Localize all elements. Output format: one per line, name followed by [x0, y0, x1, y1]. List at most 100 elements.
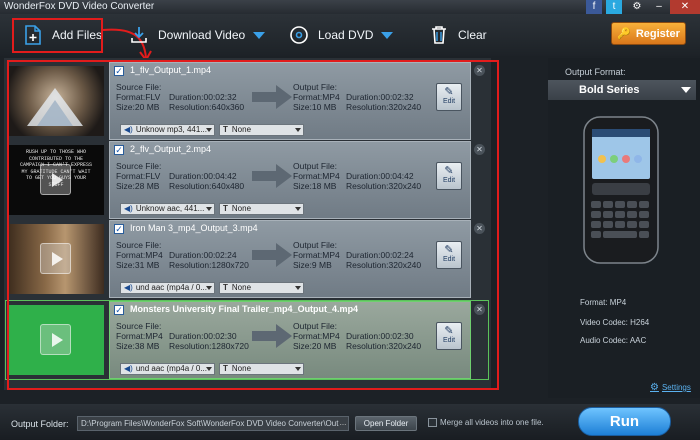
chevron-down-icon[interactable] — [381, 31, 394, 39]
settings-label: Settings — [661, 383, 691, 392]
source-format: Format:FLV — [116, 92, 161, 102]
list-item[interactable]: ✓ Iron Man 3_mp4_Output_3.mp4 Source Fil… — [6, 220, 488, 298]
subtitle-icon: T — [223, 204, 228, 213]
output-duration: Duration:00:04:42 — [346, 171, 414, 181]
subtitle-icon: T — [223, 125, 228, 134]
audio-track-select[interactable]: ◀) Unknow mp3, 441... — [120, 124, 215, 136]
file-name: Iron Man 3_mp4_Output_3.mp4 — [130, 223, 258, 233]
pencil-icon: ✎ — [444, 244, 454, 256]
edit-button[interactable]: ✎ Edit — [436, 322, 462, 350]
settings-window-icon[interactable]: ⚙ — [626, 0, 648, 14]
subtitle-select[interactable]: T None — [219, 363, 304, 375]
output-format-label: Output Format: — [565, 67, 626, 77]
output-format-select[interactable]: Bold Series — [548, 80, 696, 100]
subtitle-select[interactable]: T None — [219, 124, 304, 136]
open-folder-button[interactable]: Open Folder — [355, 416, 417, 431]
remove-icon[interactable]: ✕ — [474, 304, 485, 315]
twitter-icon[interactable]: t — [606, 0, 622, 14]
source-duration: Duration:00:04:42 — [169, 171, 237, 181]
video-thumbnail[interactable] — [7, 66, 104, 136]
file-card[interactable]: ✓ 1_flv_Output_1.mp4 Source File: Format… — [109, 62, 471, 140]
output-resolution: Resolution:320x240 — [346, 341, 422, 351]
browse-button[interactable]: ... — [337, 417, 349, 430]
edit-button[interactable]: ✎ Edit — [436, 83, 462, 111]
window-title: WonderFox DVD Video Converter — [4, 1, 155, 12]
edit-label: Edit — [442, 256, 456, 263]
output-resolution: Resolution:320x240 — [346, 260, 422, 270]
convert-arrow-icon — [252, 324, 292, 348]
source-file-label: Source File: — [116, 321, 162, 331]
list-item[interactable]: RUSH UP TO THOSE WHO CONTRIBUTED TO THE … — [6, 141, 488, 219]
dvd-icon — [288, 24, 310, 46]
file-card[interactable]: ✓ 2_flv_Output_2.mp4 Source File: Format… — [109, 141, 471, 219]
output-file-label: Output File: — [293, 240, 337, 250]
file-card[interactable]: ✓ Monsters University Final Trailer_mp4_… — [109, 301, 471, 379]
list-item[interactable]: ✓ 1_flv_Output_1.mp4 Source File: Format… — [6, 62, 488, 140]
subtitle-select[interactable]: T None — [219, 282, 304, 294]
remove-icon[interactable]: ✕ — [474, 144, 485, 155]
select-checkbox[interactable]: ✓ — [114, 145, 124, 155]
chevron-down-icon[interactable] — [253, 31, 266, 39]
source-file-label: Source File: — [116, 82, 162, 92]
close-icon[interactable]: ✕ — [670, 0, 700, 14]
remove-icon[interactable]: ✕ — [474, 65, 485, 76]
list-item-selected[interactable]: ✓ Monsters University Final Trailer_mp4_… — [5, 300, 489, 380]
play-icon[interactable] — [40, 164, 71, 195]
output-duration: Duration:00:02:30 — [346, 331, 414, 341]
facebook-icon[interactable]: f — [586, 0, 602, 14]
output-duration: Duration:00:02:32 — [346, 92, 414, 102]
register-button[interactable]: 🔑 Register — [611, 22, 686, 45]
video-thumbnail[interactable] — [7, 224, 104, 294]
output-resolution: Resolution:320x240 — [346, 102, 422, 112]
spec-audio-codec: Audio Codec: AAC — [580, 336, 647, 345]
edit-button[interactable]: ✎ Edit — [436, 241, 462, 269]
output-file-label: Output File: — [293, 161, 337, 171]
load-dvd-button[interactable]: Load DVD — [288, 20, 394, 50]
source-resolution: Resolution:1280x720 — [169, 260, 249, 270]
source-resolution: Resolution:640x360 — [169, 102, 245, 112]
video-thumbnail[interactable]: RUSH UP TO THOSE WHO CONTRIBUTED TO THE … — [7, 145, 104, 215]
output-folder-label: Output Folder: — [11, 419, 69, 429]
output-folder-input[interactable]: D:\Program Files\WonderFox Soft\WonderFo… — [77, 416, 349, 431]
pencil-icon: ✎ — [444, 165, 454, 177]
audio-track-select[interactable]: ◀) Unknow aac, 441... — [120, 203, 215, 215]
output-resolution: Resolution:320x240 — [346, 181, 422, 191]
spec-video-codec: Video Codec: H264 — [580, 318, 650, 327]
merge-checkbox[interactable] — [428, 418, 437, 427]
speaker-icon: ◀) — [124, 125, 133, 134]
file-card[interactable]: ✓ Iron Man 3_mp4_Output_3.mp4 Source Fil… — [109, 220, 471, 298]
source-size: Size:38 MB — [116, 341, 160, 351]
edit-label: Edit — [442, 177, 456, 184]
select-checkbox[interactable]: ✓ — [114, 305, 124, 315]
trash-icon — [428, 24, 450, 46]
source-duration: Duration:00:02:32 — [169, 92, 237, 102]
play-icon[interactable] — [40, 243, 71, 274]
play-icon[interactable] — [40, 324, 71, 355]
run-button[interactable]: Run — [578, 407, 671, 436]
clear-label: Clear — [458, 28, 487, 42]
output-file-label: Output File: — [293, 82, 337, 92]
output-size: Size:9 MB — [293, 260, 332, 270]
select-checkbox[interactable]: ✓ — [114, 66, 124, 76]
audio-track-value: und aac (mp4a / 0... — [135, 364, 207, 373]
minimize-icon[interactable]: – — [648, 0, 670, 14]
download-video-button[interactable]: Download Video — [128, 20, 266, 50]
remove-icon[interactable]: ✕ — [474, 223, 485, 234]
load-dvd-label: Load DVD — [318, 28, 374, 42]
edit-button[interactable]: ✎ Edit — [436, 162, 462, 190]
audio-track-select[interactable]: ◀) und aac (mp4a / 0... — [120, 363, 215, 375]
source-resolution: Resolution:1280x720 — [169, 341, 249, 351]
source-duration: Duration:00:02:30 — [169, 331, 237, 341]
download-icon — [128, 24, 150, 46]
source-file-label: Source File: — [116, 161, 162, 171]
subtitle-icon: T — [223, 364, 228, 373]
mountain-logo-image — [27, 88, 83, 126]
subtitle-select[interactable]: T None — [219, 203, 304, 215]
gear-icon: ⚙ — [650, 382, 659, 393]
select-checkbox[interactable]: ✓ — [114, 224, 124, 234]
audio-track-select[interactable]: ◀) und aac (mp4a / 0... — [120, 282, 215, 294]
clear-button[interactable]: Clear — [428, 20, 487, 50]
settings-link[interactable]: ⚙ Settings — [650, 382, 691, 393]
merge-label: Merge all videos into one file. — [440, 418, 544, 427]
video-thumbnail[interactable] — [7, 305, 104, 375]
